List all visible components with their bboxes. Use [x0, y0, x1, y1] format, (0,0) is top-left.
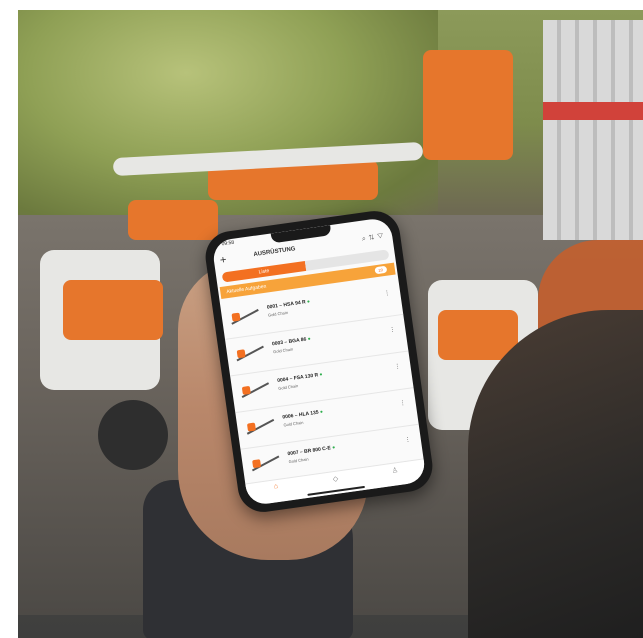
- tool-thumbnail: [229, 308, 261, 326]
- tool-thumbnail: [245, 418, 277, 436]
- status-dot-icon: ●: [331, 444, 336, 451]
- item-subtitle: Gold Chain: [272, 346, 294, 355]
- equipment-list: 0001 – HSA 94 R ● Gold Chain ⋮ 0003 – BG…: [219, 278, 424, 487]
- rack-red-band: [543, 102, 643, 120]
- blower-tool: [423, 50, 513, 160]
- status-dot-icon: ●: [319, 371, 323, 379]
- filter-icon[interactable]: ▽: [377, 232, 387, 240]
- tool-thumbnail: [250, 454, 282, 472]
- battery-rack: [543, 20, 643, 240]
- item-name: 0006 – HLA 135: [282, 409, 320, 421]
- status-dot-icon: ●: [319, 408, 324, 416]
- header-actions: ⌕⇅▽: [362, 232, 387, 243]
- item-name: 0007 – BR 800 C-E: [287, 445, 332, 458]
- status-dot-icon: ●: [307, 335, 312, 343]
- item-name: 0003 – BGA 86: [271, 336, 307, 348]
- more-icon[interactable]: ⋮: [399, 399, 406, 407]
- photo: 09:58 + AUSRÜSTUNG ⌕⇅▽ Liste Aktuelle Au…: [18, 10, 643, 638]
- status-dot-icon: ●: [306, 298, 311, 306]
- status-time: 09:58: [221, 239, 235, 248]
- plus-icon[interactable]: +: [219, 252, 228, 269]
- item-subtitle: Gold Chain: [267, 309, 289, 318]
- item-subtitle: Gold Chain: [288, 456, 309, 465]
- section-label: Aktuelle Aufgaben: [226, 283, 267, 296]
- item-subtitle: Gold Chain: [278, 383, 299, 391]
- more-icon[interactable]: ⋮: [384, 289, 391, 297]
- item-subtitle: Gold Chain: [283, 419, 304, 428]
- hedge-trimmer-body: [128, 200, 218, 240]
- backpack-blower-cover: [63, 280, 163, 340]
- blower-wheel: [98, 400, 168, 470]
- tool-thumbnail: [234, 344, 266, 362]
- tool-thumbnail: [240, 381, 272, 399]
- more-icon[interactable]: ⋮: [389, 326, 396, 334]
- smartphone: 09:58 + AUSRÜSTUNG ⌕⇅▽ Liste Aktuelle Au…: [202, 207, 436, 516]
- more-icon[interactable]: ⋮: [394, 363, 401, 371]
- section-count-badge: 20: [373, 265, 388, 275]
- app-title: AUSRÜSTUNG: [253, 246, 296, 259]
- phone-screen: 09:58 + AUSRÜSTUNG ⌕⇅▽ Liste Aktuelle Au…: [211, 216, 427, 507]
- more-icon[interactable]: ⋮: [404, 436, 411, 444]
